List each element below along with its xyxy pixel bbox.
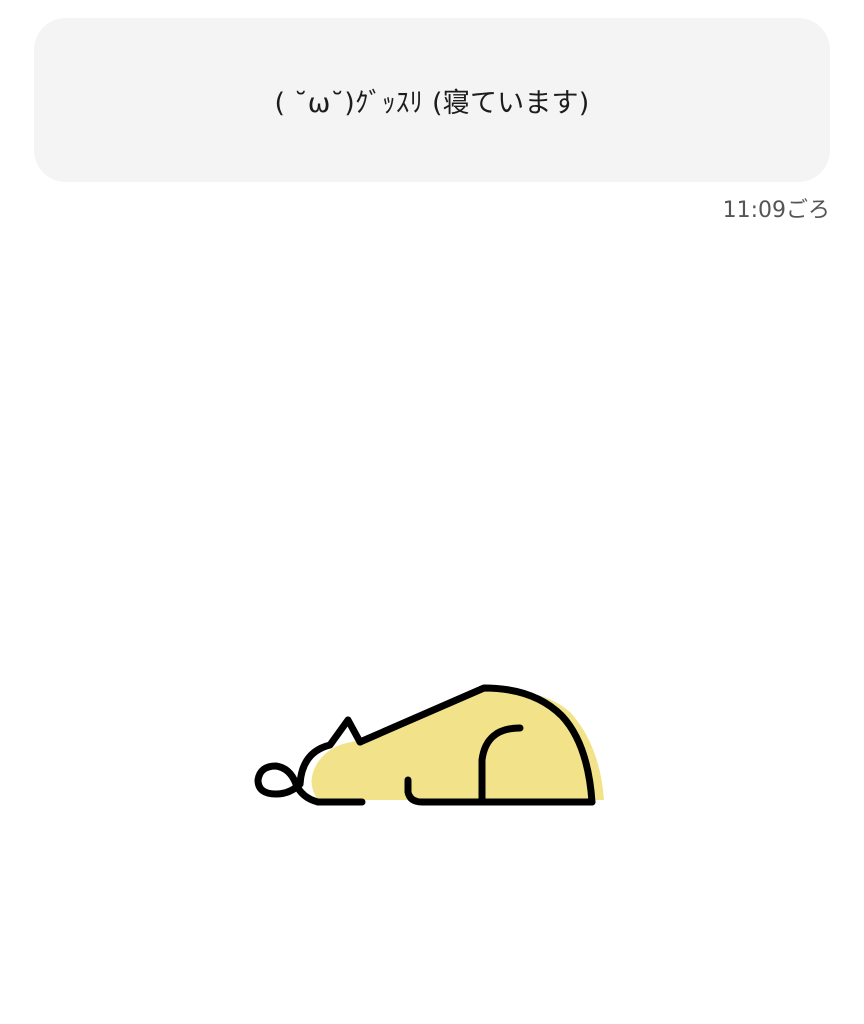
sleeping-cat-illustration [250,672,610,822]
status-time: 11:09ごろ [722,198,830,223]
sleep-status-screen: ( ˘ω˘)ｸﾞｯｽﾘ (寝ています) 11:09ごろ [0,0,864,1024]
sleeping-cat-icon [254,684,604,806]
status-bubble: ( ˘ω˘)ｸﾞｯｽﾘ (寝ています) [34,18,830,182]
cat-body-fill [311,689,604,800]
status-message: ( ˘ω˘)ｸﾞｯｽﾘ (寝ています) [274,87,590,119]
